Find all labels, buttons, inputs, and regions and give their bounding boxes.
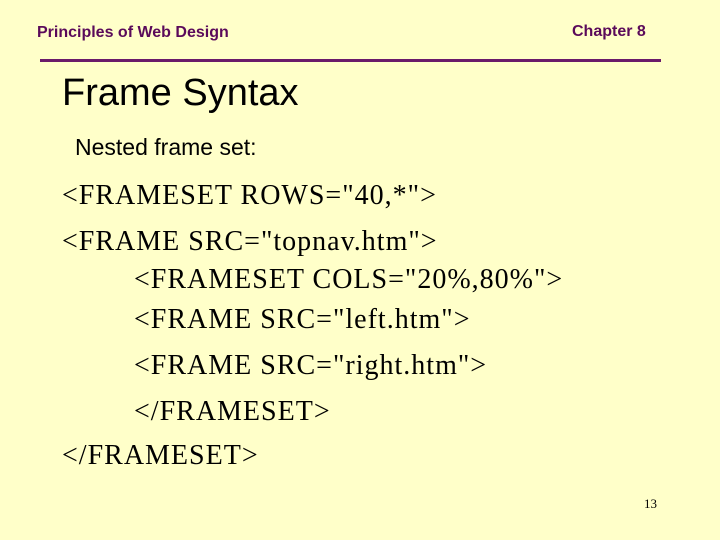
slide-title: Frame Syntax	[62, 72, 299, 114]
code-line-7: </FRAMESET>	[62, 440, 259, 471]
chapter-label: Chapter 8	[572, 23, 646, 40]
code-line-3: <FRAMESET COLS="20%,80%">	[134, 264, 564, 295]
course-title: Principles of Web Design	[37, 24, 229, 41]
page-number: 13	[644, 496, 657, 511]
code-line-4: <FRAME SRC="left.htm">	[134, 304, 471, 335]
code-line-5: <FRAME SRC="right.htm">	[134, 350, 488, 381]
code-line-6: </FRAMESET>	[134, 396, 331, 427]
header-divider	[40, 59, 661, 62]
code-line-1: <FRAMESET ROWS="40,*">	[62, 180, 437, 211]
slide-subtitle: Nested frame set:	[75, 134, 257, 160]
code-line-2: <FRAME SRC="topnav.htm">	[62, 226, 438, 257]
